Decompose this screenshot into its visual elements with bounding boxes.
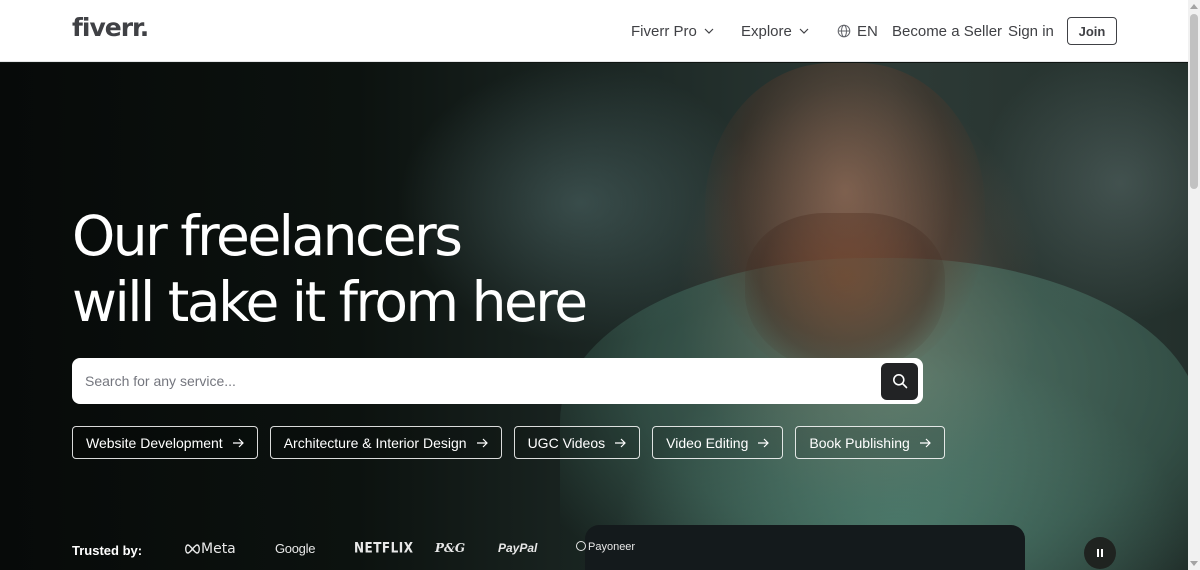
brand-logo-payoneer: Payoneer xyxy=(576,541,635,553)
hero-section: Our freelancers will take it from here W… xyxy=(0,63,1188,570)
scrollbar-thumb[interactable] xyxy=(1190,14,1198,189)
category-pill-label: UGC Videos xyxy=(527,434,606,451)
search-button[interactable] xyxy=(881,362,918,400)
nav-explore[interactable]: Explore xyxy=(741,0,810,62)
brand-logo-netflix: NETFLIX xyxy=(354,539,414,557)
brand-payoneer-text: Payoneer xyxy=(588,541,636,553)
search-input[interactable] xyxy=(72,358,881,404)
category-pill-book-publishing[interactable]: Book Publishing xyxy=(795,426,945,459)
globe-icon xyxy=(837,24,851,38)
category-pill-label: Book Publishing xyxy=(809,434,910,451)
fiverr-logo[interactable]: fiverr. xyxy=(72,13,149,42)
category-pill-ugc-videos[interactable]: UGC Videos xyxy=(513,426,641,459)
category-pill-video-editing[interactable]: Video Editing xyxy=(652,426,784,459)
page-scrollbar[interactable] xyxy=(1188,0,1200,570)
hero-background-laptop xyxy=(585,525,1025,570)
video-pause-button[interactable] xyxy=(1084,537,1116,569)
chevron-down-icon xyxy=(704,28,714,34)
nav-fiverr-pro[interactable]: Fiverr Pro xyxy=(631,0,715,62)
nav-explore-label: Explore xyxy=(741,22,792,40)
join-button[interactable]: Join xyxy=(1067,17,1117,45)
category-pill-label: Video Editing xyxy=(666,434,749,451)
nav-sign-in-label: Sign in xyxy=(1008,22,1054,40)
brand-logo-paypal: PayPal xyxy=(498,541,538,555)
logo-text: fiverr xyxy=(72,13,141,42)
arrow-right-icon xyxy=(758,438,770,447)
scroll-down-arrow[interactable] xyxy=(1190,561,1198,566)
search-icon xyxy=(892,374,907,389)
category-pill-website-development[interactable]: Website Development xyxy=(72,426,258,459)
nav-language-label: EN xyxy=(857,22,878,40)
brand-logo-meta: Meta xyxy=(184,541,236,557)
category-pill-label: Website Development xyxy=(86,434,223,451)
arrow-right-icon xyxy=(476,438,488,447)
headline-line-1: Our freelancers xyxy=(72,204,463,268)
arrow-right-icon xyxy=(615,438,626,447)
hero-background-beard xyxy=(745,213,945,373)
category-pill-label: Architecture & Interior Design xyxy=(283,434,467,451)
hero-headline: Our freelancers will take it from here xyxy=(72,203,588,335)
pause-icon xyxy=(1097,549,1099,557)
trusted-by-label: Trusted by: xyxy=(72,543,143,558)
nav-sign-in[interactable]: Sign in xyxy=(1008,0,1054,62)
payoneer-ring-icon xyxy=(576,541,586,551)
brand-meta-text: Meta xyxy=(201,541,236,557)
scroll-up-arrow[interactable] xyxy=(1190,4,1198,9)
category-pills: Website Development Architecture & Inter… xyxy=(72,426,957,459)
category-pill-architecture-interior-design[interactable]: Architecture & Interior Design xyxy=(269,426,502,459)
infinity-icon xyxy=(185,544,200,554)
brand-logo-pg: P&G xyxy=(435,541,466,555)
headline-line-2: will take it from here xyxy=(72,270,588,334)
logo-dot: . xyxy=(139,13,149,42)
arrow-right-icon xyxy=(919,438,931,447)
brand-logo-google: Google xyxy=(275,541,316,556)
search-bar xyxy=(72,358,923,404)
chevron-down-icon xyxy=(799,28,809,34)
nav-language[interactable]: EN xyxy=(837,0,878,62)
top-header: fiverr. Fiverr Pro Explore EN Become a S… xyxy=(0,0,1188,62)
nav-become-seller-label: Become a Seller xyxy=(892,22,1003,40)
arrow-right-icon xyxy=(232,438,244,447)
nav-fiverr-pro-label: Fiverr Pro xyxy=(631,22,697,40)
nav-become-seller[interactable]: Become a Seller xyxy=(892,0,1002,62)
